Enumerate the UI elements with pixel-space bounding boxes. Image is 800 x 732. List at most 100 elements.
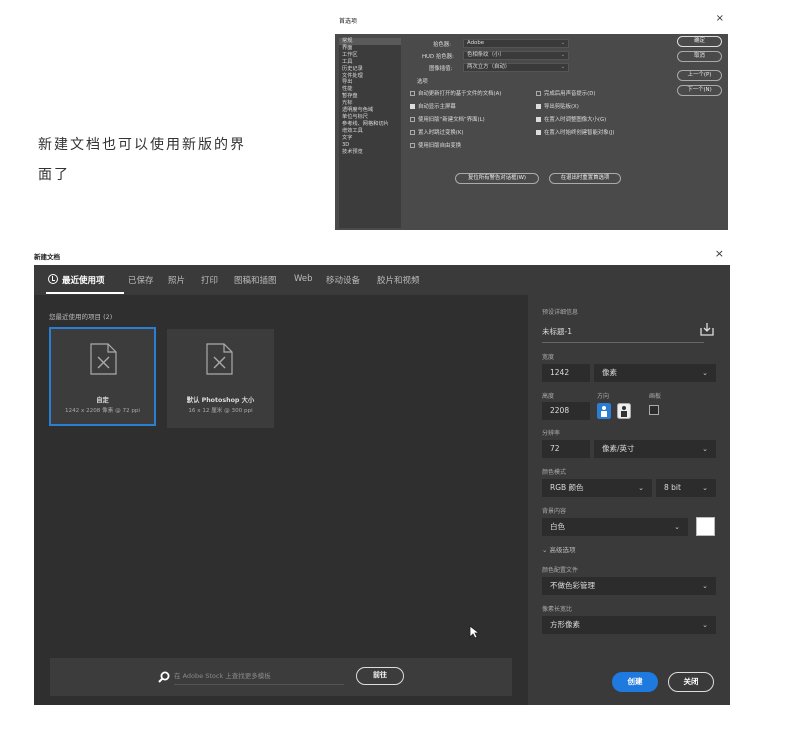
pref-nav-item[interactable]: 界面 bbox=[339, 45, 401, 52]
recent-items-label: 您最近使用的项目 (2) bbox=[49, 313, 113, 321]
option-label: 完成后用声音提示(D) bbox=[544, 91, 596, 97]
chevron-down-icon: ⌄ bbox=[702, 484, 708, 492]
previous-button[interactable]: 上一个(P) bbox=[677, 70, 722, 81]
resolution-unit-value: 像素/英寸 bbox=[602, 444, 635, 453]
pref-nav-item[interactable]: 单位与标尺 bbox=[339, 114, 401, 121]
pref-nav-item[interactable]: 常规 bbox=[339, 38, 401, 45]
pref-nav-item[interactable]: 文字 bbox=[339, 135, 401, 142]
color-picker-select[interactable]: Adobe ⌄ bbox=[463, 39, 569, 48]
option-checkbox[interactable]: 使用旧版自由变换 bbox=[410, 141, 461, 149]
tab-print[interactable]: 打印 bbox=[201, 274, 218, 286]
option-label: 自动更新打开的基于文件的文档(A) bbox=[418, 91, 502, 97]
close-icon[interactable]: × bbox=[716, 13, 724, 24]
preset-details-panel: 预设详细信息 未标题-1 宽度 1242 像素 ⌄ 高度 方向 画板 2208 bbox=[528, 295, 730, 705]
option-checkbox[interactable]: 完成后用声音提示(D) bbox=[536, 89, 595, 97]
save-preset-icon[interactable] bbox=[700, 322, 714, 336]
pref-nav-item[interactable]: 历史记录 bbox=[339, 66, 401, 73]
hud-picker-select[interactable]: 色相条纹（小） ⌄ bbox=[463, 51, 569, 60]
create-button[interactable]: 创建 bbox=[612, 672, 658, 692]
go-button[interactable]: 前往 bbox=[356, 667, 404, 685]
portrait-orientation-icon[interactable] bbox=[597, 403, 611, 419]
color-profile-select[interactable]: 不做色彩管理 ⌄ bbox=[542, 577, 716, 595]
preset-name: 自定 bbox=[96, 397, 109, 404]
document-icon bbox=[206, 343, 233, 375]
next-button[interactable]: 下一个(N) bbox=[677, 85, 722, 96]
color-mode-select[interactable]: RGB 颜色 ⌄ bbox=[542, 479, 652, 497]
bit-depth-select[interactable]: 8 bit ⌄ bbox=[656, 479, 716, 497]
background-color-swatch[interactable] bbox=[696, 517, 715, 536]
preset-name: 默认 Photoshop 大小 bbox=[186, 397, 255, 404]
background-select[interactable]: 白色 ⌄ bbox=[542, 518, 688, 536]
preferences-title: 首选项 bbox=[339, 18, 358, 25]
option-checkbox[interactable]: 导出剪贴板(X) bbox=[536, 102, 579, 110]
chevron-down-icon: ⌄ bbox=[560, 64, 565, 70]
preferences-nav: 常规 界面 工作区 工具 历史记录 文件处理 导出 性能 暂存盘 光标 透明度与… bbox=[339, 38, 401, 228]
new-document-dialog: 新建文档 × 最近使用项 已保存 照片 打印 图稿和插图 Web 移动设备 胶片… bbox=[34, 247, 730, 705]
tab-recent[interactable]: 最近使用项 bbox=[48, 274, 105, 286]
close-icon[interactable]: × bbox=[715, 247, 724, 260]
preset-details-label: 预设详细信息 bbox=[542, 309, 579, 316]
document-icon bbox=[90, 343, 117, 375]
pref-nav-item[interactable]: 技术预览 bbox=[339, 149, 401, 156]
option-checkbox[interactable]: 使用旧版“新建文档”界面(L) bbox=[410, 115, 485, 123]
option-checkbox[interactable]: 置入时跳过变换(K) bbox=[410, 128, 463, 136]
tab-photo[interactable]: 照片 bbox=[168, 274, 185, 286]
pref-nav-item[interactable]: 参考线、网格和切片 bbox=[339, 121, 401, 128]
document-name[interactable]: 未标题-1 bbox=[542, 326, 572, 337]
resolution-input[interactable]: 72 bbox=[542, 440, 590, 458]
caption: 新建文档也可以使用新版的界 面了 bbox=[38, 130, 288, 190]
stock-search-input[interactable] bbox=[174, 668, 344, 685]
search-icon bbox=[158, 671, 170, 683]
pref-nav-item[interactable]: 工具 bbox=[339, 59, 401, 66]
preset-area: 您最近使用的项目 (2) 自定 1242 x 2208 像素 @ 72 ppi … bbox=[34, 295, 528, 705]
pref-nav-item[interactable]: 3D bbox=[339, 142, 401, 149]
ok-button[interactable]: 确定 bbox=[677, 36, 722, 47]
pref-nav-item[interactable]: 工作区 bbox=[339, 52, 401, 59]
checkbox-icon bbox=[536, 91, 541, 96]
chevron-down-icon: ⌄ bbox=[560, 40, 565, 46]
pref-nav-item[interactable]: 透明度与色域 bbox=[339, 107, 401, 114]
checkbox-icon bbox=[410, 143, 415, 148]
chevron-down-icon: ⌄ bbox=[542, 546, 550, 554]
advanced-options-toggle[interactable]: ⌄ 高级选项 bbox=[542, 544, 576, 554]
tab-web[interactable]: Web bbox=[294, 274, 313, 284]
width-input[interactable]: 1242 bbox=[542, 364, 590, 382]
tab-saved[interactable]: 已保存 bbox=[128, 274, 154, 286]
preset-card-default[interactable]: 默认 Photoshop 大小 16 x 12 厘米 @ 300 ppi bbox=[167, 329, 274, 428]
bit-depth-value: 8 bit bbox=[664, 483, 681, 492]
close-button[interactable]: 关闭 bbox=[668, 672, 714, 692]
pixel-aspect-select[interactable]: 方形像素 ⌄ bbox=[542, 616, 716, 634]
checkbox-icon bbox=[410, 130, 415, 135]
preset-meta: 1242 x 2208 像素 @ 72 ppi bbox=[64, 408, 140, 414]
option-checkbox[interactable]: 在置入时始终创建智能对象(J) bbox=[536, 128, 614, 136]
tab-mobile[interactable]: 移动设备 bbox=[326, 274, 360, 286]
advanced-options-label: 高级选项 bbox=[549, 546, 576, 554]
option-checkbox[interactable]: 在置入时调整图像大小(G) bbox=[536, 115, 606, 123]
chevron-down-icon: ⌄ bbox=[638, 484, 644, 492]
artboard-checkbox[interactable] bbox=[649, 405, 659, 415]
tab-film-video[interactable]: 胶片和视频 bbox=[377, 274, 420, 286]
chevron-down-icon: ⌄ bbox=[702, 445, 708, 453]
option-checkbox[interactable]: 自动显示主屏幕 bbox=[410, 102, 456, 110]
reset-warnings-button[interactable]: 复位所有警告对话框(W) bbox=[455, 173, 539, 184]
reset-on-quit-button[interactable]: 在退出时重置首选项 bbox=[549, 173, 621, 184]
color-profile-value: 不做色彩管理 bbox=[550, 581, 595, 590]
pref-nav-item[interactable]: 增效工具 bbox=[339, 128, 401, 135]
tab-art-illustration[interactable]: 图稿和插图 bbox=[234, 274, 277, 286]
interp-label: 图像插值: bbox=[429, 66, 453, 72]
landscape-orientation-icon[interactable] bbox=[617, 403, 631, 419]
option-checkbox[interactable]: 自动更新打开的基于文件的文档(A) bbox=[410, 89, 501, 97]
interp-value: 两次立方（自动） bbox=[467, 64, 511, 70]
tab-label: 最近使用项 bbox=[62, 276, 105, 286]
color-mode-value: RGB 颜色 bbox=[550, 483, 584, 492]
color-profile-label: 颜色配置文件 bbox=[542, 567, 579, 574]
cancel-button[interactable]: 取消 bbox=[677, 51, 722, 62]
chevron-down-icon: ⌄ bbox=[560, 52, 565, 58]
height-input[interactable]: 2208 bbox=[542, 402, 590, 420]
width-unit-value: 像素 bbox=[602, 368, 617, 377]
resolution-unit-select[interactable]: 像素/英寸 ⌄ bbox=[594, 440, 716, 458]
interp-select[interactable]: 两次立方（自动） ⌄ bbox=[463, 63, 569, 72]
artboard-label: 画板 bbox=[649, 393, 662, 400]
width-unit-select[interactable]: 像素 ⌄ bbox=[594, 364, 716, 382]
preset-card-custom[interactable]: 自定 1242 x 2208 像素 @ 72 ppi bbox=[49, 327, 156, 426]
